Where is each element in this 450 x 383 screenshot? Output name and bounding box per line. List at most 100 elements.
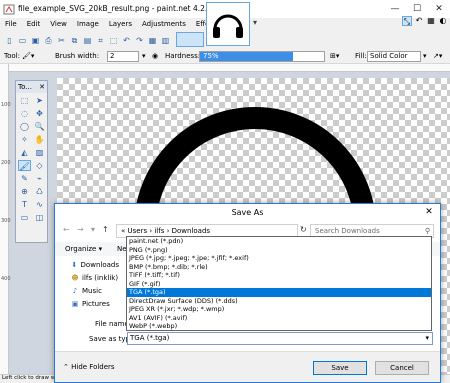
move-selection-icon[interactable]: ➤ xyxy=(33,95,46,106)
shapes-more-icon[interactable]: ◫ xyxy=(33,212,46,223)
colors-window-icon[interactable]: ◐ xyxy=(438,16,448,26)
eraser-icon[interactable]: ◇ xyxy=(33,160,46,171)
selection-mode-icon[interactable]: ↗▾ xyxy=(433,52,442,60)
hardness-slider[interactable]: 75% xyxy=(199,51,325,62)
ellipse-select-icon[interactable]: ◯ xyxy=(18,121,31,132)
brush-width-input[interactable]: 2 xyxy=(107,51,139,62)
up-icon[interactable]: ↑ xyxy=(102,225,109,234)
blend-mode-icon[interactable]: ⊞▾ xyxy=(330,52,339,60)
downloads-icon: ⬇ xyxy=(71,260,78,269)
text-icon[interactable]: T xyxy=(18,199,31,210)
nav-item-label: Music xyxy=(82,286,102,295)
recolor-icon[interactable]: ♺ xyxy=(33,186,46,197)
tools-window-icon[interactable]: ⤡ xyxy=(402,16,412,26)
back-icon[interactable]: ← xyxy=(63,225,70,234)
brush-width-dropdown-icon[interactable]: ▾ xyxy=(142,52,146,60)
paintbrush-tool-icon[interactable]: 🖌▾ xyxy=(22,52,34,60)
crop-icon[interactable]: ⌗ xyxy=(95,35,106,46)
file-type-option[interactable]: TIFF (*.tiff; *.tif) xyxy=(127,271,431,280)
rectangle-select-icon[interactable]: ⬚ xyxy=(18,95,31,106)
search-placeholder: Search Downloads xyxy=(315,227,380,235)
chevron-up-icon: ⌃ xyxy=(63,363,69,371)
new-icon[interactable]: ▯ xyxy=(4,35,15,46)
ruler-mark: 400 xyxy=(1,276,11,282)
menu-view[interactable]: View xyxy=(45,18,72,31)
history-window-icon[interactable]: ↶ xyxy=(414,16,424,26)
headphones-thumbnail-icon xyxy=(207,3,249,45)
paintnet-window: file_example_SVG_20kB_result.png - paint… xyxy=(0,0,450,383)
tools-panel-title: To... ✕ xyxy=(16,81,47,93)
forward-icon[interactable]: → xyxy=(77,225,84,234)
dialog-title: Save As xyxy=(231,208,264,217)
nav-item-user[interactable]: ☻ ilfs (inklik) xyxy=(55,271,119,284)
lasso-select-icon[interactable]: ◌ xyxy=(18,108,31,119)
nav-item-downloads[interactable]: ⬇ Downloads xyxy=(55,258,119,271)
magic-wand-icon[interactable]: ✧ xyxy=(18,134,31,145)
dialog-close-icon[interactable]: ✕ xyxy=(418,204,440,221)
recent-dropdown-icon[interactable]: ▾ xyxy=(91,225,95,234)
line-curve-icon[interactable]: ∿ xyxy=(33,199,46,210)
print-icon[interactable]: ⎙ xyxy=(43,35,54,46)
file-type-option[interactable]: PNG (*.png) xyxy=(127,246,431,255)
organize-button[interactable]: Organize ▾ xyxy=(65,245,102,253)
file-type-option[interactable]: WebP (*.webp) xyxy=(127,322,431,331)
file-type-option[interactable]: paint.net (*.pdn) xyxy=(127,237,431,246)
nav-item-music[interactable]: ♪ Music xyxy=(55,284,119,297)
menu-layers[interactable]: Layers xyxy=(104,18,137,31)
cut-icon[interactable]: ✂ xyxy=(56,35,67,46)
music-icon: ♪ xyxy=(72,286,78,295)
menu-image[interactable]: Image xyxy=(72,18,104,31)
paintbrush-icon[interactable]: 🖌 xyxy=(18,160,31,171)
menu-edit[interactable]: Edit xyxy=(22,18,46,31)
zoom-icon[interactable]: 🔍 xyxy=(33,121,46,132)
fill-dropdown-icon[interactable]: ▾ xyxy=(423,52,427,60)
move-selected-icon[interactable]: ✥ xyxy=(33,108,46,119)
copy-icon[interactable]: ⧉ xyxy=(69,35,80,46)
dialog-title-bar: Save As ✕ xyxy=(55,204,440,221)
cancel-button[interactable]: Cancel xyxy=(375,361,429,375)
layers-window-icon[interactable]: ▦ xyxy=(426,16,436,26)
menu-adjustments[interactable]: Adjustments xyxy=(137,18,191,31)
fill-select[interactable]: Solid Color xyxy=(367,51,421,62)
gradient-icon[interactable]: ▨ xyxy=(33,147,46,158)
hide-folders-toggle[interactable]: ⌃ Hide Folders xyxy=(63,363,115,371)
antialias-icon[interactable]: ◉ xyxy=(152,52,158,60)
file-type-option[interactable]: AV1 (AVIF) (*.avif) xyxy=(127,314,431,323)
thumbnail-dropdown-icon[interactable]: ▾ xyxy=(253,18,257,27)
open-icon[interactable]: ▭ xyxy=(17,35,28,46)
tool-label: Tool: xyxy=(4,52,20,60)
pan-icon[interactable]: ✋ xyxy=(33,134,46,145)
file-type-option[interactable]: JPEG XR (*.jxr; *.wdp; *.wmp) xyxy=(127,305,431,314)
grid-icon[interactable]: ▦ xyxy=(147,35,158,46)
ruler-icon[interactable]: ▥ xyxy=(160,35,171,46)
menu-bar: File Edit View Image Layers Adjustments … xyxy=(0,18,220,31)
grid-ruler-toggle-active[interactable] xyxy=(176,32,204,47)
file-type-option[interactable]: DirectDraw Surface (DDS) (*.dds) xyxy=(127,297,431,306)
pictures-icon: ▣ xyxy=(71,299,79,308)
color-picker-icon[interactable]: ⌁ xyxy=(33,173,46,184)
menu-file[interactable]: File xyxy=(0,18,22,31)
file-type-option[interactable]: BMP (*.bmp; *.dib; *.rle) xyxy=(127,263,431,272)
file-type-dropdown-list: paint.net (*.pdn) PNG (*.png) JPEG (*.jp… xyxy=(126,236,432,331)
pencil-icon[interactable]: ✎ xyxy=(18,173,31,184)
redo-icon[interactable]: ↷ xyxy=(134,35,145,46)
file-type-option[interactable]: GIF (*.gif) xyxy=(127,280,431,289)
save-icon[interactable]: ▣ xyxy=(30,35,41,46)
paste-icon[interactable]: ▤ xyxy=(82,35,93,46)
close-icon[interactable]: ✕ xyxy=(39,81,45,93)
save-as-type-value: TGA (*.tga) xyxy=(130,334,170,342)
refresh-icon[interactable]: ↻ xyxy=(300,225,307,234)
save-button[interactable]: Save xyxy=(313,361,367,375)
file-type-option[interactable]: JPEG (*.jpg; *.jpeg; *.jpe; *.jfif; *.ex… xyxy=(127,254,431,263)
nav-item-pictures[interactable]: ▣ Pictures xyxy=(55,297,119,310)
file-type-option[interactable]: TGA (*.tga) xyxy=(127,288,431,297)
brush-width-label: Brush width: xyxy=(55,52,100,60)
top-ruler xyxy=(0,64,450,72)
shapes-icon[interactable]: ▭ xyxy=(18,212,31,223)
image-thumbnail-tab[interactable] xyxy=(206,2,250,46)
deselect-icon[interactable]: ⬚ xyxy=(108,35,119,46)
save-as-type-select[interactable]: TGA (*.tga) ▾ xyxy=(127,332,433,345)
undo-icon[interactable]: ↶ xyxy=(121,35,132,46)
paint-bucket-icon[interactable]: ◭ xyxy=(18,147,31,158)
clone-stamp-icon[interactable]: ⊕ xyxy=(18,186,31,197)
